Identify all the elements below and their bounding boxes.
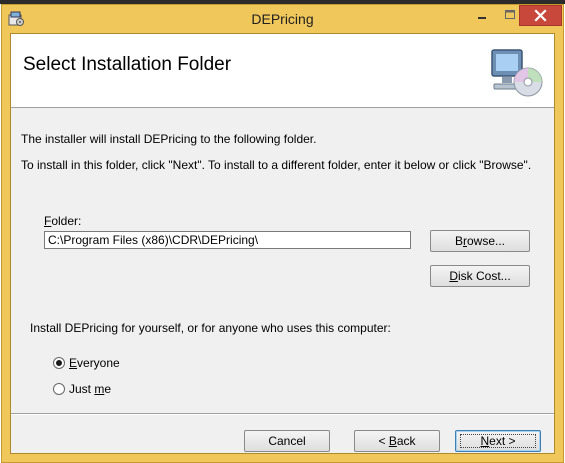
browse-button[interactable]: Browse... [430,230,530,252]
folder-label: Folder: [44,214,81,228]
everyone-label-post: veryone [77,356,120,370]
everyone-mnemonic: E [69,356,78,370]
back-label: < Back [378,434,415,448]
intro-text: The installer will install DEPricing to … [21,132,317,146]
next-mnemonic: N [480,434,490,448]
folder-path-input[interactable] [44,231,411,249]
next-label: Next > [480,434,515,448]
page-title: Select Installation Folder [23,54,232,75]
minimize-button[interactable] [469,5,495,25]
back-button[interactable]: < Back [354,430,440,452]
instructions-text: To install in this folder, click "Next".… [21,158,532,172]
installer-window: DEPricing Select Installation Folder The… [1,4,564,463]
disk-cost-mnemonic: D [449,269,458,283]
cancel-button[interactable]: Cancel [244,430,330,452]
next-label-post: ext > [489,434,516,448]
browse-label: Browse... [455,234,505,248]
disk-cost-label: Disk Cost... [449,269,510,283]
browse-label-post: owse... [467,234,506,248]
disk-cost-label-post: isk Cost... [457,269,511,283]
dialog-client-area: Select Installation Folder The installer… [10,33,555,454]
everyone-label[interactable]: Everyone [69,356,120,370]
just-me-radio[interactable] [53,383,65,395]
computer-cd-icon [491,49,543,97]
just-me-mnemonic: m [94,382,105,396]
just-me-label-pre: Just [69,382,95,396]
back-label-pre: < [378,434,389,448]
next-button[interactable]: Next > [455,430,541,452]
back-mnemonic: B [388,434,397,448]
just-me-label-post: e [104,382,112,396]
just-me-label[interactable]: Just me [69,382,111,396]
header-banner: Select Installation Folder [11,34,554,108]
back-label-post: ack [396,434,416,448]
install-for-text: Install DEPricing for yourself, or for a… [30,321,391,335]
browse-label-pre: B [454,234,463,248]
close-icon [534,9,547,22]
cancel-label: Cancel [268,434,306,448]
close-button[interactable] [519,5,562,26]
footer-divider [11,413,554,415]
title-bar[interactable]: DEPricing [2,5,563,33]
folder-label-rest: older: [51,214,82,228]
everyone-radio[interactable] [53,357,65,369]
minimize-icon [478,17,486,19]
disk-cost-button[interactable]: Disk Cost... [430,265,530,287]
